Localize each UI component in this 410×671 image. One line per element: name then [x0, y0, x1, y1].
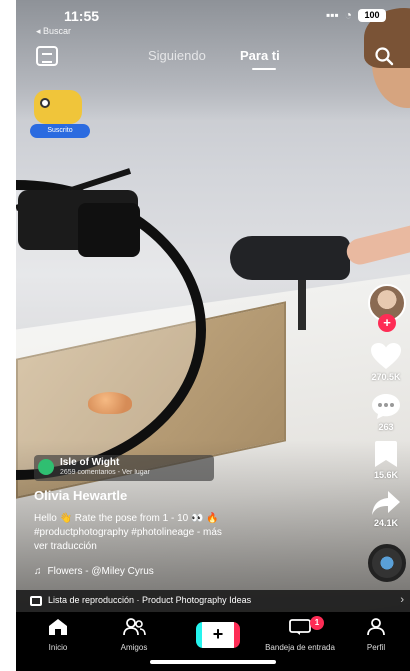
nav-profile[interactable]: Perfil — [340, 618, 410, 652]
inbox-badge: 1 — [310, 616, 324, 630]
phone-screen: 11:55 ◂ Buscar ▪▪▪ ◔ 100 Siguiendo Para … — [16, 0, 410, 671]
nav-friends[interactable]: Amigos — [98, 618, 170, 652]
save-count: 15.6K — [373, 470, 399, 480]
studio-light — [230, 236, 350, 280]
bookmark-action[interactable]: 15.6K — [362, 440, 410, 480]
bookmark-icon — [375, 441, 397, 467]
search-icon[interactable] — [374, 46, 394, 66]
sound-info[interactable]: ♫ Flowers - @Miley Cyrus — [34, 566, 154, 577]
create-button[interactable]: + — [196, 622, 240, 648]
like-action[interactable]: 270.5K — [362, 342, 410, 382]
share-icon — [372, 491, 400, 515]
signal-icon: ▪▪▪ — [325, 8, 339, 22]
video-caption[interactable]: Hello 👋 Rate the pose from 1 - 10 👀 🔥 #p… — [34, 512, 354, 554]
heart-icon — [371, 343, 401, 369]
sound-name: Flowers - @Miley Cyrus — [47, 566, 154, 577]
playlist-bar[interactable]: Lista de reproducción · Product Photogra… — [16, 590, 410, 612]
comment-count: 263 — [378, 422, 394, 432]
live-icon[interactable] — [36, 46, 58, 66]
playlist-text: Lista de reproducción · Product Photogra… — [48, 595, 252, 605]
inbox-icon — [289, 619, 311, 635]
share-count: 24.1K — [373, 518, 399, 528]
location-name: Isle of Wight — [60, 457, 120, 468]
home-indicator — [150, 660, 276, 664]
create-icon: + — [202, 622, 234, 648]
nav-home-label: Inicio — [48, 643, 68, 652]
sticker-eye — [40, 98, 50, 108]
music-note-icon: ♫ — [34, 566, 42, 577]
location-pin-icon — [38, 459, 54, 475]
location-tag[interactable]: Isle of Wight 2659 comentarios - Ver lug… — [34, 455, 214, 481]
comment-icon — [372, 394, 400, 419]
sticker-badge: Suscrito — [30, 124, 90, 138]
status-bar: 11:55 ◂ Buscar ▪▪▪ ◔ 100 — [16, 6, 410, 36]
profile-icon — [367, 618, 385, 636]
top-nav: Siguiendo Para ti — [16, 44, 410, 72]
see-translation-link[interactable]: ver traducción — [34, 540, 354, 554]
back-to-search[interactable]: ◂ Buscar — [36, 26, 71, 37]
nav-inbox[interactable]: 1 Bandeja de entrada — [264, 616, 336, 652]
like-count: 270.5K — [371, 372, 401, 382]
caption-hashtags: #productphotography #photolineage - más — [34, 527, 222, 538]
friends-icon — [123, 618, 146, 636]
tab-following[interactable]: Siguiendo — [148, 48, 206, 63]
nav-home[interactable]: Inicio — [22, 618, 94, 652]
comment-action[interactable]: 263 — [362, 392, 410, 432]
status-icons: ▪▪▪ ◔ 100 — [326, 8, 386, 22]
camera-lens — [78, 203, 140, 257]
music-disc[interactable] — [368, 544, 406, 582]
subscribed-sticker[interactable]: Suscrito — [30, 84, 90, 140]
follow-button[interactable]: + — [378, 314, 396, 332]
creator-username[interactable]: Olivia Hewartle — [34, 488, 127, 503]
light-stand — [298, 280, 306, 330]
status-time: 11:55 — [64, 8, 100, 24]
battery-icon: 100 — [358, 8, 386, 22]
nav-profile-label: Perfil — [366, 643, 386, 652]
playlist-icon — [30, 596, 42, 606]
share-action[interactable]: 24.1K — [362, 490, 410, 528]
location-subtitle: 2659 comentarios - Ver lugar — [60, 469, 150, 476]
home-icon — [49, 619, 67, 635]
wifi-icon: ◔ — [344, 8, 352, 22]
tab-for-you[interactable]: Para ti — [240, 48, 280, 63]
person-arm — [344, 222, 410, 268]
caption-line: Hello 👋 Rate the pose from 1 - 10 👀 🔥 — [34, 513, 219, 524]
active-tab-indicator — [252, 68, 276, 70]
chevron-right-icon: › — [400, 594, 404, 606]
nav-inbox-label: Bandeja de entrada — [265, 643, 335, 652]
nav-friends-label: Amigos — [120, 643, 148, 652]
